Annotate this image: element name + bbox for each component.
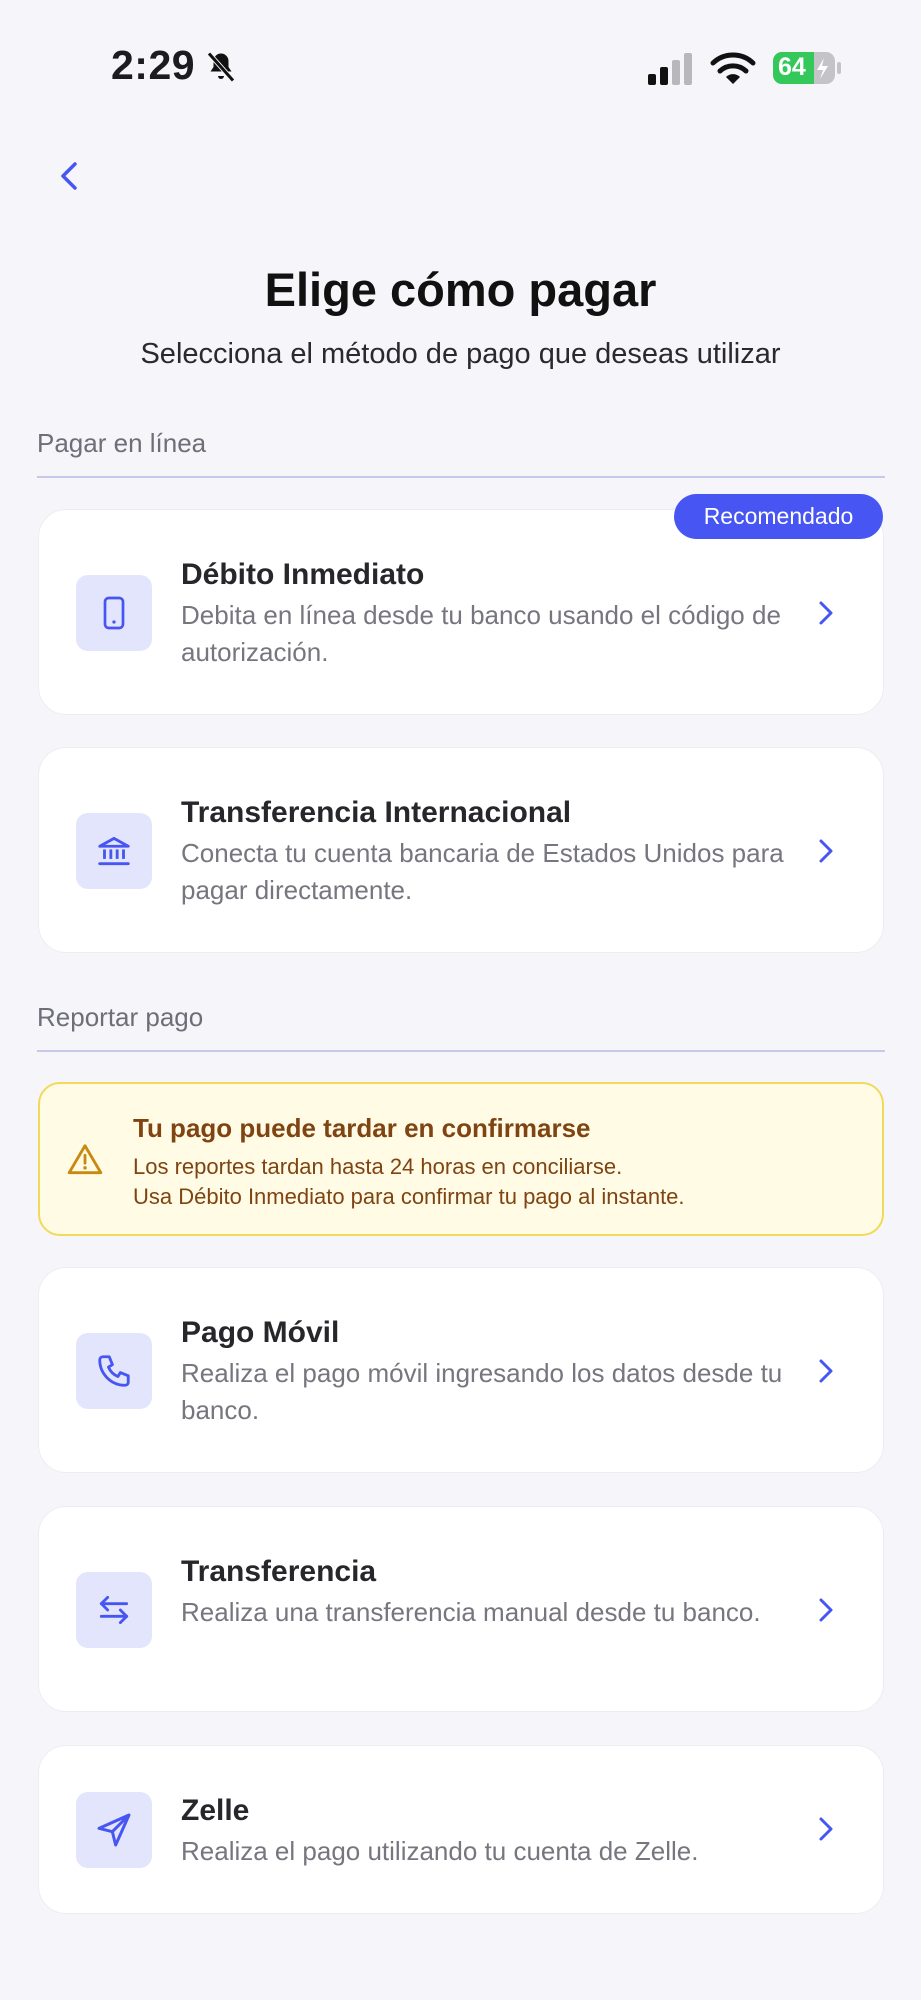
method-title: Transferencia — [181, 1555, 377, 1588]
warning-banner: Tu pago puede tardar en confirmarse Los … — [38, 1082, 884, 1236]
method-description: Realiza el pago utilizando tu cuenta de … — [181, 1836, 699, 1866]
method-description: Conecta tu cuenta bancaria de Estados Un… — [181, 838, 784, 905]
recommended-badge: Recomendado — [674, 494, 883, 539]
payment-method-transferencia-internacional[interactable]: Transferencia Internacional Conecta tu c… — [38, 747, 884, 953]
chevron-right-icon — [819, 601, 833, 625]
page-title: Elige cómo pagar — [264, 263, 657, 316]
status-bar: 2:29 64 — [0, 0, 921, 130]
chevron-right-icon — [819, 1359, 833, 1383]
warning-line-2: Usa Débito Inmediato para confirmar tu p… — [133, 1184, 685, 1209]
smartphone-icon — [103, 596, 125, 630]
method-description: Realiza el pago móvil ingresando los dat… — [181, 1358, 783, 1425]
bank-icon — [98, 836, 130, 866]
method-description: Debita en línea desde tu banco usando el… — [181, 600, 781, 667]
phone-icon — [98, 1355, 130, 1387]
wifi-icon — [710, 52, 756, 84]
method-title: Transferencia Internacional — [181, 796, 572, 829]
method-icon-box — [76, 1333, 152, 1409]
method-icon-box — [76, 575, 152, 651]
payment-method-pago-movil[interactable]: Pago Móvil Realiza el pago móvil ingresa… — [38, 1267, 884, 1473]
page-subtitle: Selecciona el método de pago que deseas … — [140, 338, 781, 370]
payment-method-debito-inmediato[interactable]: Débito Inmediato Debita en línea desde t… — [38, 509, 884, 715]
warning-title: Tu pago puede tardar en confirmarse — [133, 1113, 591, 1143]
chevron-right-icon — [819, 1598, 833, 1622]
status-time: 2:29 — [111, 42, 196, 88]
section-label-online: Pagar en línea — [37, 428, 207, 458]
back-chevron-icon[interactable] — [50, 156, 90, 196]
method-icon-box — [76, 813, 152, 889]
method-title: Pago Móvil — [181, 1316, 340, 1349]
send-icon — [97, 1813, 131, 1847]
section-divider — [37, 1050, 885, 1052]
method-title: Zelle — [181, 1794, 250, 1827]
warning-icon — [67, 1144, 103, 1175]
battery-indicator: 64 — [772, 50, 842, 86]
method-icon-box — [76, 1792, 152, 1868]
method-description: Realiza una transferencia manual desde t… — [181, 1597, 761, 1627]
method-icon-box — [76, 1572, 152, 1648]
battery-percentage: 64 — [778, 53, 806, 81]
method-title: Débito Inmediato — [181, 558, 425, 591]
signal-icon — [648, 53, 692, 85]
warning-line-1: Los reportes tardan hasta 24 horas en co… — [133, 1154, 623, 1179]
section-label-report: Reportar pago — [37, 1002, 204, 1032]
section-divider — [37, 476, 885, 478]
chevron-right-icon — [819, 839, 833, 863]
chevron-right-icon — [819, 1817, 833, 1841]
payment-method-zelle[interactable]: Zelle Realiza el pago utilizando tu cuen… — [38, 1745, 884, 1914]
bell-muted-icon — [207, 51, 235, 83]
arrows-swap-icon — [99, 1595, 129, 1625]
payment-method-transferencia[interactable]: Transferencia Realiza una transferencia … — [38, 1506, 884, 1712]
